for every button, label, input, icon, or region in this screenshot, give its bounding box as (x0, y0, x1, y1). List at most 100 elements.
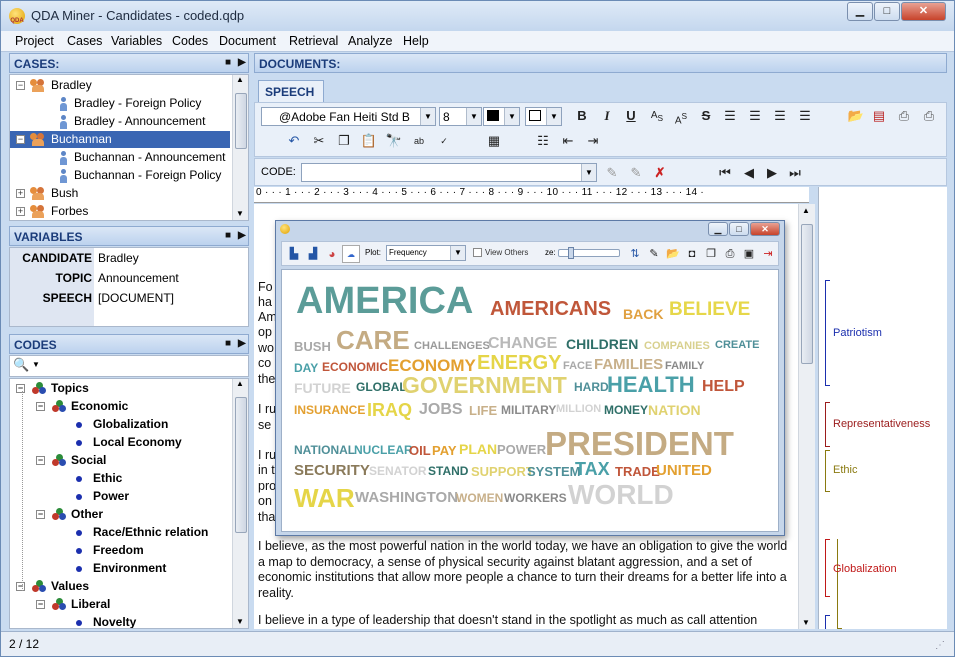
scroll-down-icon[interactable]: ▼ (802, 618, 810, 627)
cloud-word[interactable]: PRESIDENT (545, 427, 734, 460)
maximize-panel-icon[interactable]: ■ (225, 338, 231, 349)
case-item[interactable]: − Buchannan (10, 131, 230, 148)
tab-speech[interactable]: SPEECH (258, 80, 324, 102)
code-item[interactable]: Environment (10, 560, 230, 577)
margin-code-label[interactable]: Globalization (833, 563, 897, 575)
document-text-fragment[interactable]: op (258, 325, 272, 341)
chart-icon[interactable]: ▟ (304, 245, 322, 263)
justify-icon[interactable]: ☰ (796, 107, 814, 125)
cases-scroll-thumb[interactable] (235, 93, 247, 149)
code-item[interactable]: Race/Ethnic relation (10, 524, 230, 541)
size-slider[interactable] (558, 247, 620, 259)
align-center-icon[interactable]: ☰ (746, 107, 764, 125)
code-bracket[interactable] (825, 450, 830, 492)
document-text-fragment[interactable]: tha (258, 510, 275, 526)
assign-code-alt-icon[interactable]: ✎ (627, 164, 645, 182)
close-icon[interactable]: ✕ (750, 222, 780, 236)
document-text-fragment[interactable]: co (258, 356, 271, 372)
plot-select[interactable]: Frequency ▼ (386, 245, 466, 261)
cloud-word[interactable]: TRADE (615, 465, 660, 478)
paste-icon[interactable]: 📋 (360, 132, 378, 150)
case-item[interactable]: Bradley - Foreign Policy (10, 95, 230, 112)
document-paragraph[interactable]: I believe in a type of leadership that d… (258, 613, 788, 629)
expand-toggle-icon[interactable]: − (36, 510, 45, 519)
bold-icon[interactable]: B (573, 107, 591, 125)
menu-variables[interactable]: Variables (111, 34, 162, 48)
scroll-up-icon[interactable]: ▲ (236, 75, 244, 84)
cloud-word[interactable]: SUPPORT (471, 465, 534, 478)
document-text-fragment[interactable]: wo (258, 341, 274, 357)
menu-codes[interactable]: Codes (172, 34, 208, 48)
cloud-word[interactable]: AMERICA (296, 282, 473, 320)
document-text-fragment[interactable]: I ru (258, 402, 276, 418)
codes-scrollbar[interactable]: ▲ ▼ (232, 379, 248, 628)
case-item[interactable]: + Forbes (10, 203, 230, 220)
assign-code-icon[interactable]: ✎ (603, 164, 621, 182)
cloud-word[interactable]: NATIONAL (294, 444, 355, 456)
copy-icon[interactable]: ❐ (335, 132, 353, 150)
view-others-checkbox[interactable] (473, 248, 482, 257)
cloud-word[interactable]: MILITARY (501, 404, 556, 416)
cloud-word[interactable]: FUTURE (294, 381, 351, 395)
maximize-icon[interactable]: □ (729, 222, 749, 236)
code-select[interactable]: ▼ (301, 163, 597, 182)
bullet-list-icon[interactable]: ☷ (534, 132, 552, 150)
cloud-word[interactable]: CARE (336, 327, 410, 353)
expand-toggle-icon[interactable]: − (16, 135, 25, 144)
strikethrough-icon[interactable]: S (697, 107, 715, 125)
cloud-word[interactable]: OIL (409, 444, 431, 457)
cloud-word[interactable]: CREATE (715, 340, 759, 351)
cloud-word[interactable]: ECONOMIC (322, 361, 388, 373)
codes-scroll-thumb[interactable] (235, 397, 247, 533)
code-bracket[interactable] (825, 280, 830, 386)
code-bracket[interactable] (825, 402, 830, 447)
expand-toggle-icon[interactable]: − (16, 582, 25, 591)
remove-code-icon[interactable]: ✗ (651, 164, 669, 182)
code-bracket[interactable] (825, 615, 830, 629)
cloud-word[interactable]: GLOBAL (356, 381, 407, 393)
scroll-down-icon[interactable]: ▼ (236, 209, 244, 218)
save-icon[interactable]: ▣ (740, 245, 758, 263)
cloud-word[interactable]: FAMILIES (594, 357, 663, 372)
expand-toggle-icon[interactable]: − (16, 384, 25, 393)
edit-icon[interactable]: ✎ (645, 245, 663, 263)
minimize-icon[interactable]: ▁ (708, 222, 728, 236)
export-pdf-icon[interactable]: ▤ (870, 107, 888, 125)
cloud-word[interactable]: INSURANCE (294, 404, 365, 416)
italic-icon[interactable]: I (598, 107, 616, 125)
document-text-fragment[interactable]: pro (258, 479, 276, 495)
cloud-word[interactable]: HARD (574, 381, 609, 393)
menu-cases[interactable]: Cases (67, 34, 102, 48)
code-item[interactable]: − Social (10, 452, 230, 469)
document-scroll-thumb[interactable] (801, 224, 813, 364)
case-item[interactable]: Buchannan - Foreign Policy (10, 167, 230, 184)
next-page-icon[interactable]: ▶ (763, 164, 781, 182)
replace-icon[interactable]: ab (410, 132, 428, 150)
bar-chart-icon[interactable]: ▙ (285, 245, 303, 263)
cut-icon[interactable]: ✂ (310, 132, 328, 150)
cloud-word[interactable]: CHANGE (488, 336, 557, 352)
code-item[interactable]: Novelty (10, 614, 230, 628)
scroll-up-icon[interactable]: ▲ (802, 206, 810, 215)
expand-toggle-icon[interactable]: + (16, 207, 25, 216)
expand-toggle-icon[interactable]: − (36, 402, 45, 411)
case-item[interactable]: + Bush (10, 185, 230, 202)
code-bracket[interactable] (825, 539, 830, 597)
cloud-word[interactable]: FAMILY (665, 361, 704, 372)
scroll-down-icon[interactable]: ▼ (236, 617, 244, 626)
open-folder-icon[interactable]: 📂 (664, 245, 682, 263)
document-paragraph[interactable]: I believe, as the most powerful nation i… (258, 539, 788, 601)
menu-document[interactable]: Document (219, 34, 276, 48)
cloud-word[interactable]: MILLION (556, 404, 601, 415)
cloud-word[interactable]: MONEY (604, 404, 648, 416)
cloud-word[interactable]: FACE (563, 361, 592, 372)
code-item[interactable]: Ethic (10, 470, 230, 487)
cloud-word[interactable]: COMPANIES (644, 341, 710, 352)
menu-project[interactable]: Project (15, 34, 54, 48)
sort-icon[interactable]: ⇅ (626, 245, 644, 263)
previous-page-icon[interactable]: ◀ (740, 164, 758, 182)
code-item[interactable]: − Other (10, 506, 230, 523)
margin-code-label[interactable]: Ethic (833, 464, 857, 476)
back-color-select[interactable]: ▼ (525, 107, 562, 126)
cases-scrollbar[interactable]: ▲ ▼ (232, 75, 248, 220)
